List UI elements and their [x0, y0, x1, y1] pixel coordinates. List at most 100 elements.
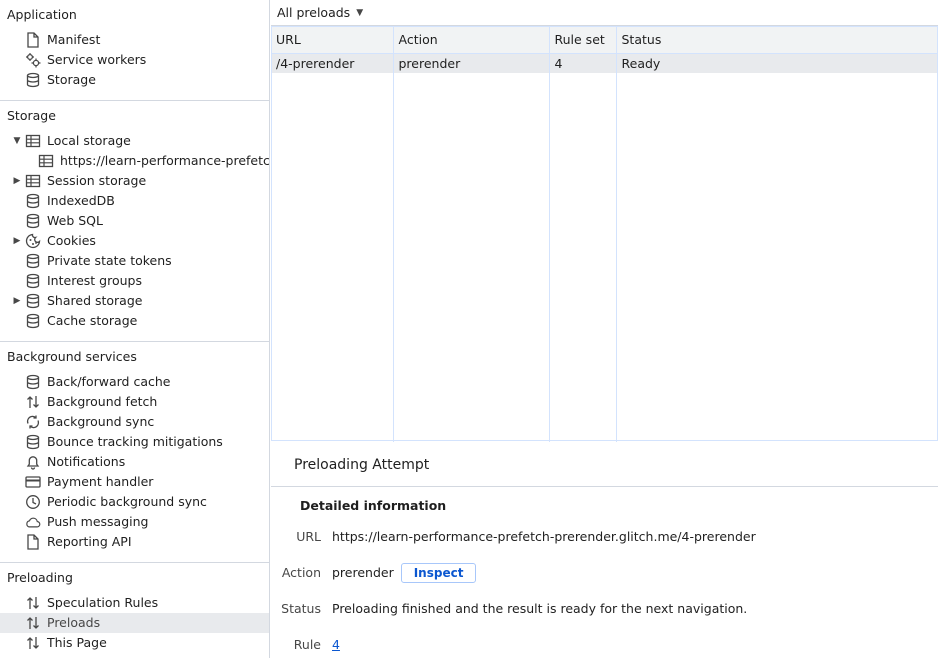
sidebar-item[interactable]: Web SQL: [0, 211, 269, 231]
database-icon: [25, 313, 41, 329]
sidebar-item[interactable]: Interest groups: [0, 271, 269, 291]
arrows-up-down-icon: [25, 595, 41, 611]
sync-icon: [25, 414, 41, 430]
table-icon: [25, 133, 41, 149]
detail-value-action: prerender: [332, 565, 394, 580]
sidebar-section-title[interactable]: Application: [0, 0, 269, 30]
collapsed-arrow-icon[interactable]: ▶: [12, 171, 22, 191]
sidebar-section-title[interactable]: Background services: [0, 342, 269, 372]
sidebar-item[interactable]: ▶ Session storage: [0, 171, 269, 191]
sidebar-section: Storage ▼ Local storage https://learn-perfo…: [0, 101, 269, 342]
sidebar-item[interactable]: Bounce tracking mitigations: [0, 432, 269, 452]
preloads-filter-dropdown[interactable]: All preloads ▼: [277, 0, 363, 26]
sidebar-item-label: Background fetch: [47, 394, 158, 409]
cell-url: /4-prerender: [271, 53, 394, 73]
sidebar-item-label: Session storage: [47, 173, 147, 188]
sidebar-item[interactable]: Service workers: [0, 50, 269, 70]
filter-label: All preloads: [277, 5, 351, 20]
cloud-icon: [25, 514, 41, 530]
sidebar-item-label: Private state tokens: [47, 253, 172, 268]
sidebar-item-label: Periodic background sync: [47, 494, 207, 509]
detail-row-action: Action prerender Inspect: [271, 563, 938, 583]
sidebar-section: Application Manifest Service workers Storag…: [0, 0, 269, 101]
database-icon: [25, 213, 41, 229]
detail-key-status: Status: [281, 601, 321, 616]
sidebar-item-label: Manifest: [47, 32, 101, 47]
inspect-button[interactable]: Inspect: [400, 563, 477, 583]
sidebar-item[interactable]: ▶ Cookies: [0, 231, 269, 251]
detail-row-rule-set: Rule set 4: [271, 635, 938, 658]
detail-value-url: https://learn-performance-prefetch-prere…: [332, 529, 756, 544]
credit-card-icon: [25, 474, 41, 490]
database-icon: [25, 374, 41, 390]
sidebar-item[interactable]: Background fetch: [0, 392, 269, 412]
database-icon: [25, 273, 41, 289]
sidebar-item[interactable]: Periodic background sync: [0, 492, 269, 512]
collapsed-arrow-icon[interactable]: ▶: [12, 291, 22, 311]
database-icon: [25, 293, 41, 309]
sidebar-section-title[interactable]: Storage: [0, 101, 269, 131]
sidebar-item-label: IndexedDB: [47, 193, 115, 208]
table-icon: [25, 173, 41, 189]
sidebar-item[interactable]: Notifications: [0, 452, 269, 472]
rule-set-link[interactable]: 4: [332, 637, 340, 652]
cell-action: prerender: [393, 53, 550, 73]
sidebar-item-label: Cache storage: [47, 313, 138, 328]
sidebar-item-label: Bounce tracking mitigations: [47, 434, 223, 449]
column-header-action[interactable]: Action: [393, 26, 550, 54]
detail-row-url: URL https://learn-performance-prefetch-p…: [271, 527, 938, 547]
sidebar-item-label: Speculation Rules: [47, 595, 159, 610]
sidebar-item[interactable]: Preloads: [0, 613, 269, 633]
sidebar-item-label: Local storage: [47, 133, 131, 148]
column-header-status[interactable]: Status: [616, 26, 938, 54]
filter-toolbar: All preloads ▼: [271, 0, 938, 26]
sidebar-item[interactable]: Reporting API: [0, 532, 269, 552]
sidebar-item-label: Background sync: [47, 414, 155, 429]
sidebar-item[interactable]: Speculation Rules: [0, 593, 269, 613]
sidebar-item-label: Back/forward cache: [47, 374, 171, 389]
sidebar: Application Manifest Service workers Storag…: [0, 0, 270, 658]
sidebar-item[interactable]: Push messaging: [0, 512, 269, 532]
database-icon: [25, 434, 41, 450]
sidebar-item-label: Payment handler: [47, 474, 154, 489]
sidebar-item[interactable]: Manifest: [0, 30, 269, 50]
sidebar-item-label: Push messaging: [47, 514, 149, 529]
sidebar-item[interactable]: Cache storage: [0, 311, 269, 331]
clock-icon: [25, 494, 41, 510]
sidebar-item-label: Cookies: [47, 233, 96, 248]
database-icon: [25, 253, 41, 269]
column-header-rule-set[interactable]: Rule set: [549, 26, 617, 54]
grid-filler: [271, 73, 938, 442]
sidebar-item[interactable]: Back/forward cache: [0, 372, 269, 392]
sidebar-item-label: Reporting API: [47, 534, 132, 549]
document-icon: [25, 32, 41, 48]
collapsed-arrow-icon[interactable]: ▶: [12, 231, 22, 251]
expanded-arrow-icon[interactable]: ▼: [12, 131, 22, 151]
column-header-url[interactable]: URL: [271, 26, 394, 54]
cookie-icon: [25, 233, 41, 249]
sidebar-item-label: Preloads: [47, 615, 101, 630]
sidebar-item[interactable]: This Page: [0, 633, 269, 653]
document-icon: [25, 534, 41, 550]
sidebar-item[interactable]: Private state tokens: [0, 251, 269, 271]
sidebar-item[interactable]: IndexedDB: [0, 191, 269, 211]
sidebar-item-label: Shared storage: [47, 293, 143, 308]
sidebar-item-label: Service workers: [47, 52, 147, 67]
main-panel: All preloads ▼ URL Action Rule set Statu…: [271, 0, 938, 658]
bell-icon: [25, 454, 41, 470]
sidebar-item[interactable]: Storage: [0, 70, 269, 90]
sidebar-item[interactable]: ▶ Shared storage: [0, 291, 269, 311]
sidebar-item[interactable]: Background sync: [0, 412, 269, 432]
sidebar-section: Background services Back/forward cache Bac…: [0, 342, 269, 563]
sidebar-section-title[interactable]: Preloading: [0, 563, 269, 593]
gears-icon: [25, 52, 41, 68]
arrows-up-down-icon: [25, 635, 41, 651]
details-panel: Preloading Attempt Detailed information …: [271, 443, 938, 658]
sidebar-item[interactable]: https://learn-performance-prefetch-prere…: [0, 151, 269, 171]
sidebar-item[interactable]: Payment handler: [0, 472, 269, 492]
sidebar-item[interactable]: ▼ Local storage: [0, 131, 269, 151]
dropdown-caret-icon: ▼: [356, 8, 364, 18]
table-row[interactable]: /4-prerender prerender 4 Ready: [271, 53, 938, 73]
cell-status: Ready: [616, 53, 938, 73]
arrows-up-down-icon: [25, 394, 41, 410]
